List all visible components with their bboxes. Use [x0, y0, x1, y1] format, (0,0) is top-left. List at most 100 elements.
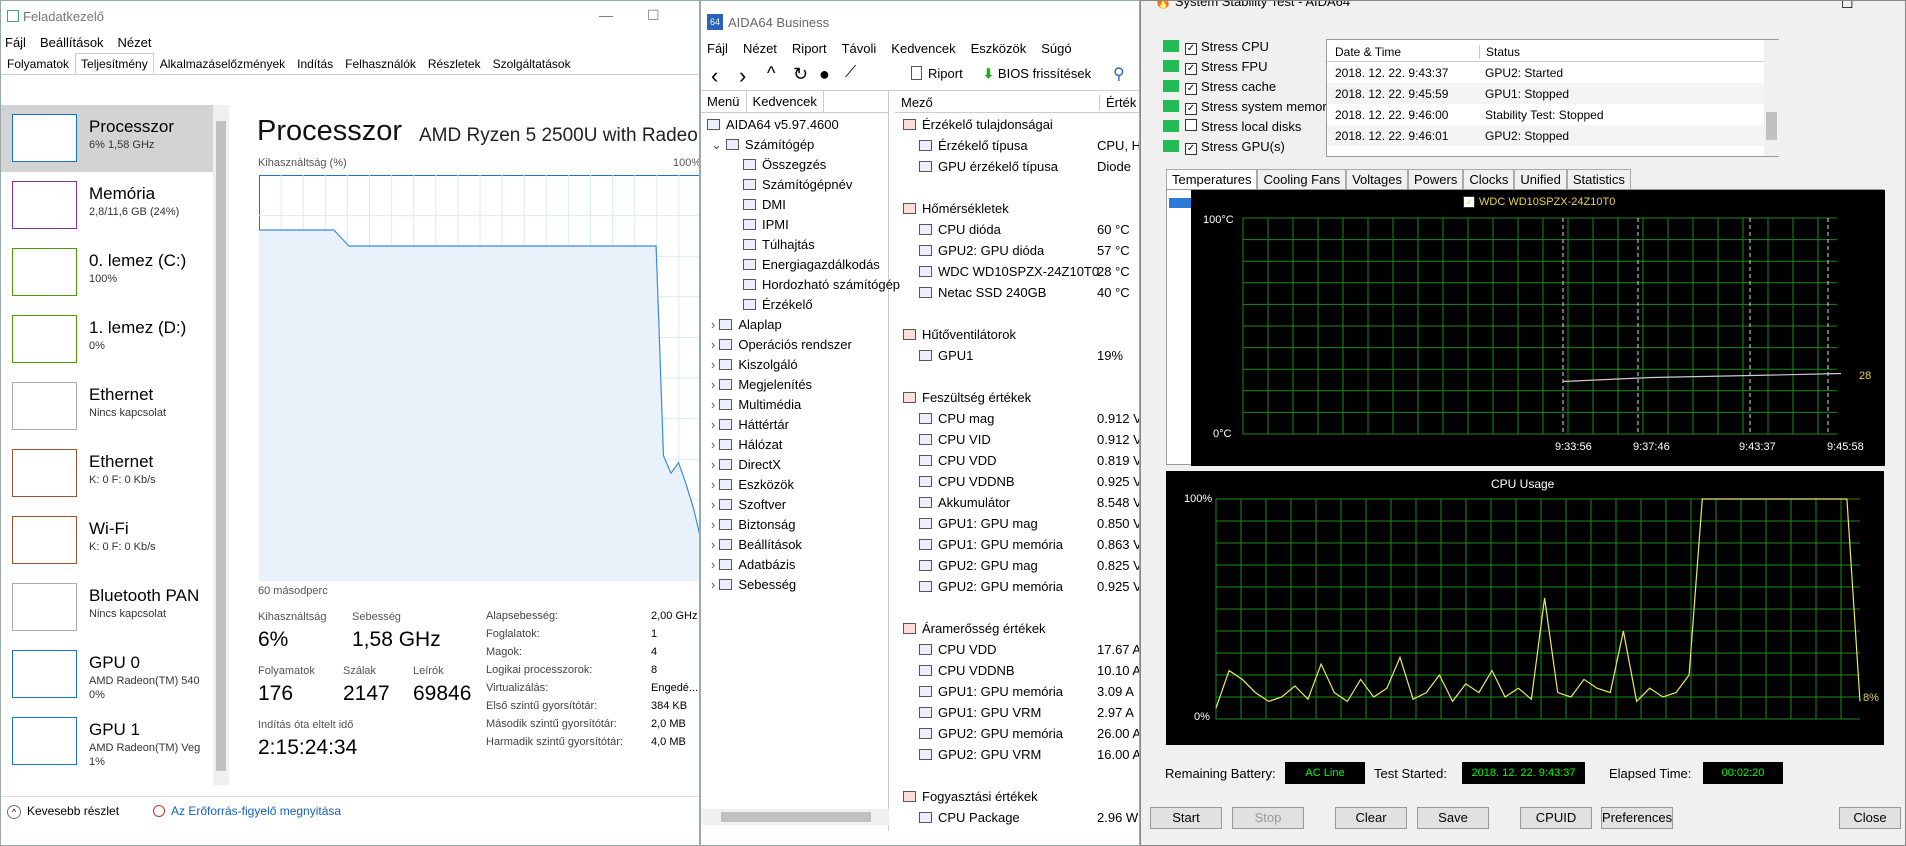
sidebar-item-processzor-0[interactable]: Processzor 6% 1,58 GHz	[1, 105, 229, 172]
sensor-row[interactable]: CPU VID 0.912 V	[919, 432, 1139, 447]
tab-voltages[interactable]: Voltages	[1346, 169, 1408, 189]
tree-node-dmi[interactable]: DMI	[743, 197, 786, 212]
sensor-row[interactable]: CPU mag 0.912 V	[919, 411, 1139, 426]
col-field-header[interactable]: Mező	[901, 95, 933, 110]
tree-node-hordozhato-szamitogep[interactable]: Hordozható számítógép	[743, 277, 900, 292]
minimize-icon[interactable]: —	[599, 7, 613, 23]
tree-node-eszkozok[interactable]: › Eszközök	[711, 477, 794, 492]
option-stress-cpu[interactable]: ✓ Stress CPU	[1163, 39, 1333, 59]
checkbox[interactable]: ✓	[1185, 143, 1197, 155]
sidebar-item-ethernet-4[interactable]: Ethernet Nincs kapcsolat	[1, 373, 229, 440]
sidebar-item-gpu-0-8[interactable]: GPU 0 AMD Radeon(TM) 540 0%	[1, 641, 229, 708]
log-scrollbar[interactable]	[1764, 40, 1779, 156]
sensor-row[interactable]: CPU dióda 60 °C	[919, 222, 1139, 237]
sensor-row[interactable]: GPU1: GPU memória 0.863 V	[919, 537, 1139, 552]
log-header-time[interactable]: Date & Time	[1335, 45, 1401, 59]
sensor-row[interactable]: GPU1: GPU mag 0.850 V	[919, 516, 1139, 531]
sensor-group-hutoventilatorok[interactable]: Hűtőventilátorok	[903, 327, 1016, 342]
tm-menu-settings[interactable]: Beállítások	[40, 35, 104, 50]
sensor-row[interactable]: GPU2: GPU memória 26.00 A	[919, 726, 1139, 741]
tree-node-beallitasok[interactable]: › Beállítások	[711, 537, 802, 552]
sensor-row[interactable]: Akkumulátor 8.548 V	[919, 495, 1139, 510]
checkbox[interactable]: ✓	[1185, 63, 1197, 75]
temp-legend[interactable]: ✓ WDC WD10SPZX-24Z10T0	[1463, 196, 1615, 208]
aida-menu-fajl[interactable]: Fájl	[707, 41, 728, 56]
log-row[interactable]: 2018. 12. 22. 9:46:01 GPU2: Stopped	[1327, 125, 1778, 146]
stop-button[interactable]: Stop	[1232, 807, 1304, 829]
expander-icon[interactable]: ›	[711, 437, 715, 452]
sensor-row[interactable]: GPU2: GPU mag 0.825 V	[919, 558, 1139, 573]
log-row[interactable]: 2018. 12. 22. 9:46:00 Stability Test: Sto…	[1327, 104, 1778, 125]
tab-processes[interactable]: Folyamatok	[1, 53, 75, 74]
checkbox[interactable]: ✓	[1185, 103, 1197, 115]
sensor-group-aramerosseg-ertekek[interactable]: Áramerősség értékek	[903, 621, 1046, 636]
tree-node-halozat[interactable]: › Hálózat	[711, 437, 782, 452]
expander-icon[interactable]: ›	[711, 417, 715, 432]
log-header-status[interactable]: Status	[1479, 45, 1520, 59]
sensor-group-fogyasztasi-ertekek[interactable]: Fogyasztási értékek	[903, 789, 1038, 804]
checkbox[interactable]	[1185, 119, 1197, 131]
tab-app-history[interactable]: Alkalmazáselőzmények	[154, 53, 291, 74]
open-resource-monitor-link[interactable]: Az Erőforrás-figyelő megnyitása	[153, 804, 341, 818]
sensor-row[interactable]: CPU VDD 17.67 A	[919, 642, 1139, 657]
expander-icon[interactable]: ›	[711, 477, 715, 492]
tree-node-szoftver[interactable]: › Szoftver	[711, 497, 786, 512]
tab-clocks[interactable]: Clocks	[1463, 169, 1515, 189]
sensor-row[interactable]: GPU érzékelő típusa Diode	[919, 159, 1139, 174]
user-icon[interactable]: ●	[819, 64, 830, 85]
tm-menu-file[interactable]: Fájl	[5, 35, 26, 50]
aida-menu-sugo[interactable]: Súgó	[1041, 41, 1071, 56]
tab-favorites[interactable]: Kedvencek	[747, 91, 824, 112]
sensor-group-erzekelo-tulajdonsagai[interactable]: Érzékelő tulajdonságai	[903, 117, 1053, 132]
bios-update-button[interactable]: ⬇ BIOS frissítések	[983, 66, 1091, 82]
sensor-row[interactable]: GPU1: GPU VRM 2.97 A	[919, 705, 1139, 720]
sensor-row[interactable]: Netac SSD 240GB 40 °C	[919, 285, 1139, 300]
sensor-row[interactable]: GPU1: GPU memória 3.09 A	[919, 684, 1139, 699]
close-button[interactable]: Close	[1839, 807, 1901, 829]
tree-hscrollbar[interactable]	[701, 809, 889, 825]
sensor-row[interactable]: CPU VDDNB 10.10 A	[919, 663, 1139, 678]
tree-node-tulhajtas[interactable]: Túlhajtás	[743, 237, 815, 252]
tab-unified[interactable]: Unified	[1514, 169, 1567, 189]
sensor-row[interactable]: CPU VDD 0.819 V	[919, 453, 1139, 468]
sensor-row[interactable]: GPU2: GPU memória 0.925 V	[919, 579, 1139, 594]
option-stress-local-disks[interactable]: Stress local disks	[1163, 119, 1333, 139]
tree-node-osszegzes[interactable]: Összegzés	[743, 157, 826, 172]
tab-services[interactable]: Szolgáltatások	[487, 53, 577, 74]
up-icon[interactable]: ^	[767, 63, 775, 84]
aida-menu-riport[interactable]: Riport	[792, 41, 827, 56]
tree-node-hattertar[interactable]: › Háttértár	[711, 417, 789, 432]
start-button[interactable]: Start	[1150, 807, 1222, 829]
tree-node-directx[interactable]: › DirectX	[711, 457, 781, 472]
aida-titlebar[interactable]: 64 AIDA64 Business	[701, 11, 829, 33]
sensor-group-feszultseg-ertekek[interactable]: Feszültség értékek	[903, 390, 1031, 405]
tree-node-multimedia[interactable]: › Multimédia	[711, 397, 801, 412]
back-icon[interactable]: ‹	[711, 63, 718, 89]
chart-icon[interactable]: ⟋	[845, 64, 856, 82]
expander-icon[interactable]: ›	[711, 377, 715, 392]
tree-node-alaplap[interactable]: › Alaplap	[711, 317, 782, 332]
tab-details[interactable]: Részletek	[422, 53, 487, 74]
sensor-row[interactable]: GPU2: GPU VRM 16.00 A	[919, 747, 1139, 762]
tab-performance[interactable]: Teljesítmény	[75, 53, 154, 74]
clear-button[interactable]: Clear	[1335, 807, 1407, 829]
option-stress-cache[interactable]: ✓ Stress cache	[1163, 79, 1333, 99]
expander-icon[interactable]: ›	[711, 557, 715, 572]
checkbox[interactable]: ✓	[1185, 83, 1197, 95]
sst-titlebar[interactable]: 🔥 System Stability Test - AIDA64	[1155, 1, 1350, 10]
sst-maximize-icon[interactable]: ☐	[1841, 1, 1854, 12]
tree-node-adatbazis[interactable]: › Adatbázis	[711, 557, 795, 572]
log-row[interactable]: 2018. 12. 22. 9:45:59 GPU1: Stopped	[1327, 83, 1778, 104]
tree-node-kiszolgalo[interactable]: › Kiszolgáló	[711, 357, 798, 372]
expander-icon[interactable]: ›	[711, 517, 715, 532]
tree-node-biztonsag[interactable]: › Biztonság	[711, 517, 795, 532]
tree-node-operacios-rendszer[interactable]: › Operációs rendszer	[711, 337, 852, 352]
forward-icon[interactable]: ›	[739, 63, 746, 89]
expander-icon[interactable]: ›	[711, 537, 715, 552]
sidebar-item-0-lemez-c-2[interactable]: 0. lemez (C:) 100%	[1, 239, 229, 306]
sensor-row[interactable]: CPU VDDNB 0.925 V	[919, 474, 1139, 489]
tree-node-erzekelo[interactable]: Érzékelő	[743, 297, 813, 312]
checkbox[interactable]: ✓	[1185, 43, 1197, 55]
expander-icon[interactable]: ›	[711, 497, 715, 512]
tree-node-megjelenites[interactable]: › Megjelenítés	[711, 377, 812, 392]
